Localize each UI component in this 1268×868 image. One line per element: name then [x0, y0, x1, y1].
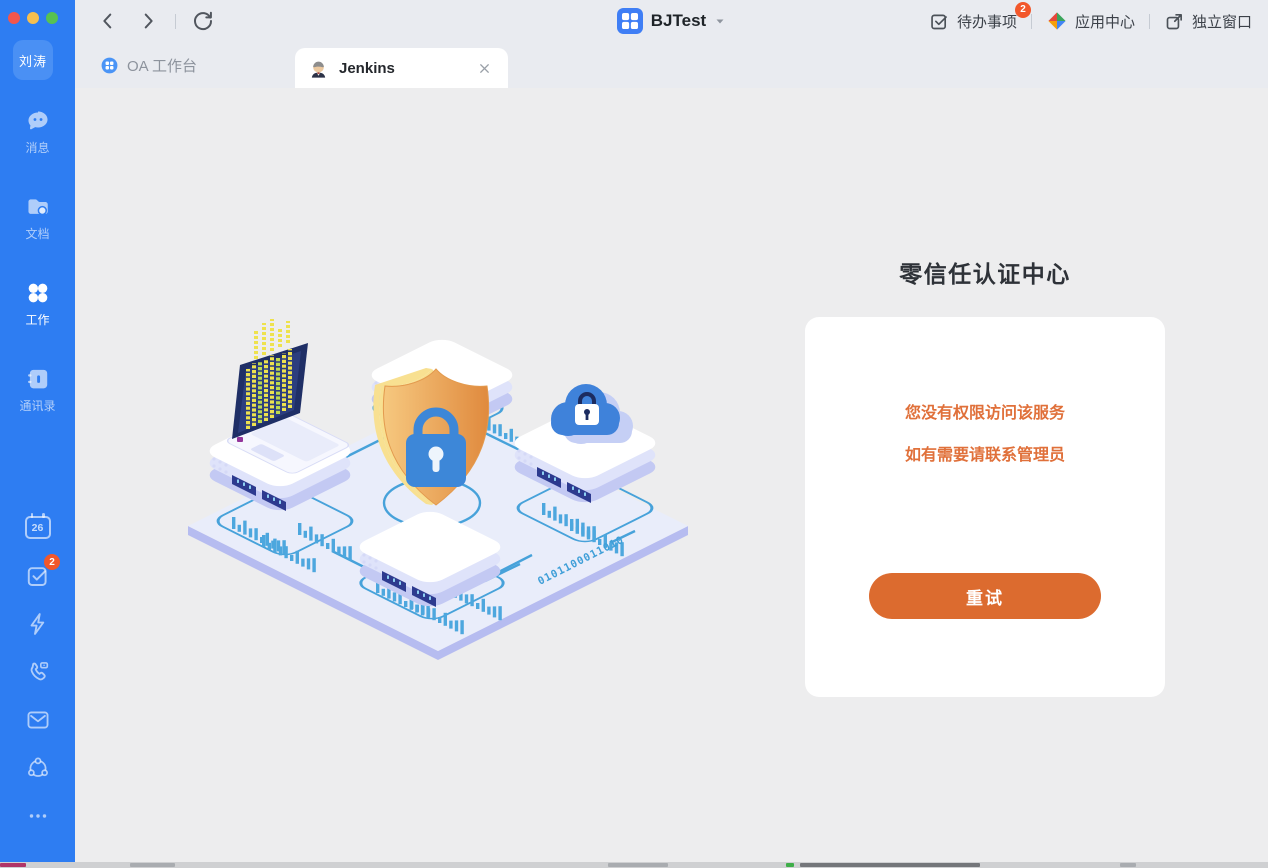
contacts-icon [25, 366, 51, 392]
standalone-window-label: 独立窗口 [1192, 11, 1252, 32]
calendar-day: 26 [32, 522, 44, 534]
ellipsis-icon [25, 803, 51, 829]
jenkins-icon [309, 59, 328, 78]
clover-icon [25, 280, 51, 306]
sidebar-item-contacts[interactable]: 通讯录 [0, 356, 75, 424]
background-window-fragment [786, 863, 794, 867]
avatar[interactable]: 刘涛 [13, 40, 53, 80]
topbar: BJTest 待办事项 2 [75, 0, 1268, 42]
tab-bar: OA 工作台 Jenkins [75, 42, 1268, 88]
zero-trust-illustration: 0101100011010 [180, 293, 695, 661]
standalone-window-button[interactable]: 独立窗口 [1164, 11, 1252, 32]
open-window-icon [1164, 11, 1185, 32]
retry-button[interactable]: 重试 [869, 573, 1101, 619]
community-button[interactable] [24, 754, 51, 781]
video-call-button[interactable] [24, 658, 51, 685]
folder-icon [25, 194, 51, 220]
zoom-window-button[interactable] [46, 12, 58, 24]
todo-badge: 2 [44, 554, 60, 570]
checkbox-icon [929, 11, 950, 32]
header: BJTest 待办事项 2 [75, 0, 1268, 88]
auth-error-card: 您没有权限访问该服务 如有需要请联系管理员 重试 [805, 317, 1165, 697]
calendar-icon: 26 [25, 516, 51, 539]
background-window-fragment [0, 863, 26, 867]
workspace-name: BJTest [651, 11, 706, 31]
close-window-button[interactable] [8, 12, 20, 24]
window-controls [8, 12, 58, 24]
todo-items-badge: 2 [1015, 2, 1031, 18]
forward-icon [137, 10, 159, 32]
forward-button[interactable] [135, 8, 161, 34]
todo-button[interactable]: 2 [24, 562, 51, 589]
sidebar-nav: 消息 文档 工作 [0, 98, 75, 442]
workspace-grid-icon [617, 8, 643, 34]
tab-jenkins-label: Jenkins [339, 60, 395, 77]
chevron-down-icon [714, 15, 726, 27]
sidebar-item-work[interactable]: 工作 [0, 270, 75, 338]
nav-buttons [95, 0, 216, 42]
page-content: 0101100011010 [75, 88, 1268, 862]
background-window-fragment [800, 863, 980, 867]
sidebar-item-messages[interactable]: 消息 [0, 98, 75, 166]
divider [1149, 14, 1150, 29]
more-button[interactable] [24, 802, 51, 829]
error-message-line1: 您没有权限访问该服务 [805, 399, 1165, 423]
mail-button[interactable] [24, 706, 51, 733]
error-message-line2: 如有需要请联系管理员 [805, 441, 1165, 465]
topbar-actions: 待办事项 2 应用中心 [929, 0, 1252, 42]
back-icon [97, 10, 119, 32]
mail-icon [25, 707, 51, 733]
sidebar: 刘涛 消息 文档 工作 [0, 0, 75, 862]
refresh-button[interactable] [190, 8, 216, 34]
sidebar-item-label: 文档 [25, 225, 49, 242]
workflow-button[interactable] [24, 610, 51, 637]
close-icon [477, 61, 492, 76]
sidebar-item-docs[interactable]: 文档 [0, 184, 75, 252]
network-icon [25, 755, 51, 781]
oa-workspace-icon [100, 56, 119, 75]
app-center-button[interactable]: 应用中心 [1046, 10, 1135, 32]
todo-items-label: 待办事项 [957, 11, 1017, 32]
calendar-button[interactable]: 26 [24, 514, 51, 541]
chat-icon [25, 108, 51, 134]
divider [1031, 14, 1032, 29]
phone-video-icon [25, 659, 51, 685]
todo-items-button[interactable]: 待办事项 2 [929, 11, 1017, 32]
app-center-pinwheel-icon [1046, 10, 1068, 32]
refresh-icon [191, 9, 215, 33]
tab-close-button[interactable] [474, 58, 494, 78]
app-window: 刘涛 消息 文档 工作 [0, 0, 1268, 868]
minimize-window-button[interactable] [27, 12, 39, 24]
background-window-fragment [130, 863, 175, 867]
background-window-fragment [1120, 863, 1136, 867]
background-window-fragment [608, 863, 668, 867]
background-window-strip [0, 862, 1268, 868]
sidebar-item-label: 工作 [25, 311, 49, 328]
lightning-icon [25, 611, 51, 637]
tab-oa-workspace[interactable]: OA 工作台 [100, 42, 197, 88]
back-button[interactable] [95, 8, 121, 34]
page-title: 零信任认证中心 [805, 255, 1165, 289]
workspace-switcher[interactable]: BJTest [617, 8, 726, 34]
tab-jenkins[interactable]: Jenkins [295, 48, 508, 88]
sidebar-item-label: 通讯录 [19, 397, 55, 414]
tab-oa-label: OA 工作台 [127, 55, 197, 76]
sidebar-tools: 26 2 [0, 514, 75, 829]
divider [175, 14, 176, 29]
sidebar-item-label: 消息 [25, 139, 49, 156]
app-center-label: 应用中心 [1075, 11, 1135, 32]
